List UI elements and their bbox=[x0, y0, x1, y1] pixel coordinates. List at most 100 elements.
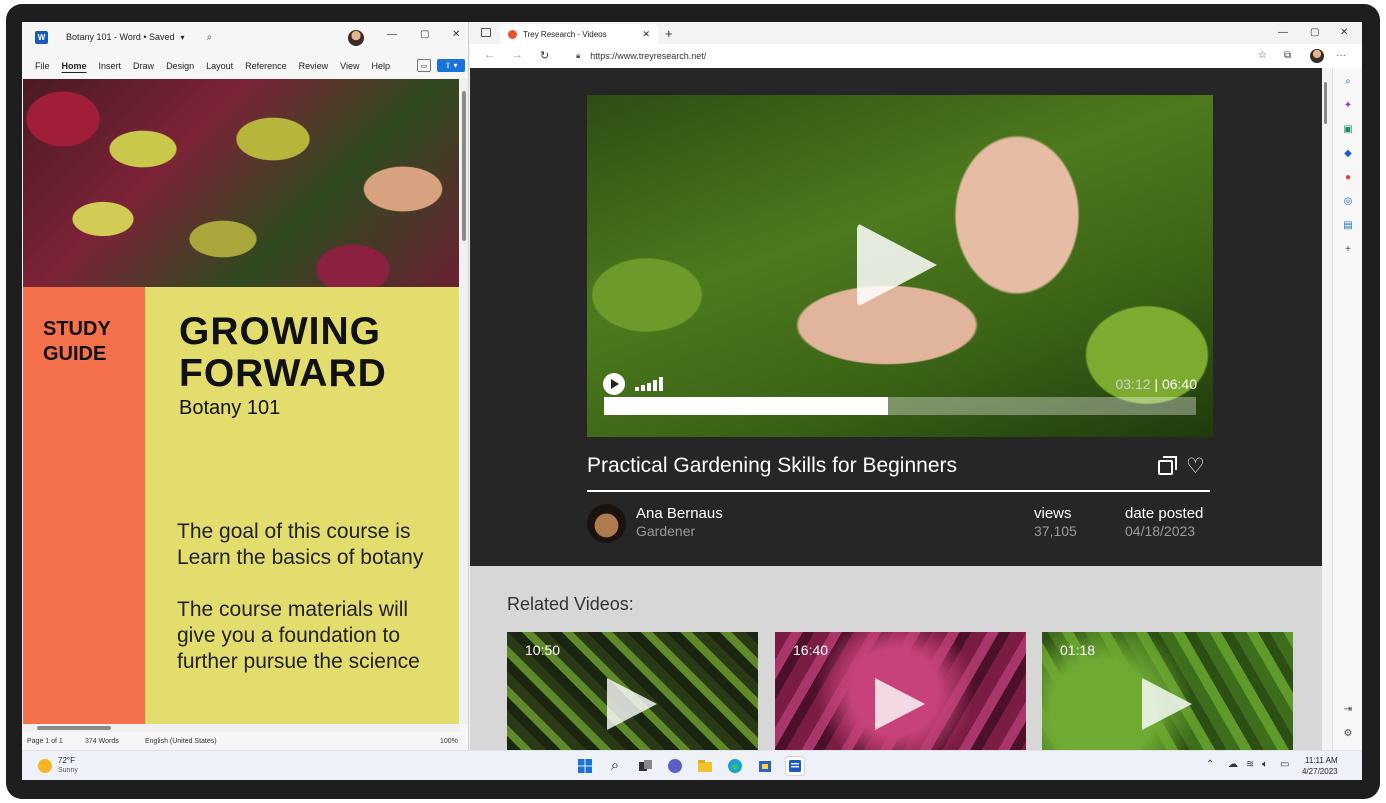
more-menu-icon[interactable]: ··· bbox=[1336, 50, 1346, 61]
collections-icon[interactable]: ⧉ bbox=[1284, 50, 1291, 61]
outlook-icon[interactable]: ▤ bbox=[1342, 220, 1354, 232]
page-scrollbar[interactable] bbox=[1322, 68, 1329, 750]
search-icon[interactable]: ⌕ bbox=[606, 757, 624, 775]
chat-icon[interactable] bbox=[666, 757, 684, 775]
settings-gear-icon[interactable]: ⚙ bbox=[1342, 728, 1354, 740]
search-icon[interactable]: ⌕ bbox=[1342, 76, 1354, 88]
chevron-up-icon[interactable]: ⌃ bbox=[1206, 759, 1214, 770]
cloud-icon[interactable]: ☁ bbox=[1228, 759, 1238, 770]
new-tab-icon[interactable]: + bbox=[665, 26, 673, 41]
title-divider bbox=[587, 490, 1210, 492]
close-icon[interactable]: ✕ bbox=[1340, 27, 1348, 38]
tools-icon[interactable]: ▣ bbox=[1342, 124, 1354, 136]
related-video-card[interactable]: 10:50 bbox=[507, 632, 758, 750]
author-name[interactable]: Ana Bernaus bbox=[636, 505, 723, 522]
add-icon[interactable]: + bbox=[1342, 244, 1354, 256]
share-button[interactable]: ⇪ ▾ bbox=[437, 59, 465, 72]
games-icon[interactable]: ● bbox=[1342, 172, 1354, 184]
menu-design[interactable]: Design bbox=[166, 61, 194, 71]
video-time: 03:12 | 06:40 bbox=[1115, 376, 1197, 392]
menu-insert[interactable]: Insert bbox=[99, 61, 122, 71]
weather-temperature[interactable]: 72°F bbox=[58, 756, 75, 765]
shopping-tag-icon[interactable]: ◆ bbox=[1342, 148, 1354, 160]
maximize-icon[interactable]: ▢ bbox=[420, 29, 429, 40]
scrollbar-thumb[interactable] bbox=[37, 726, 111, 730]
current-time: 03:12 bbox=[1115, 376, 1151, 392]
hide-sidebar-icon[interactable]: ⇥ bbox=[1342, 704, 1354, 716]
url-input[interactable]: 🔒︎ https://www.treyresearch.net/ bbox=[566, 47, 1256, 65]
menu-review[interactable]: Review bbox=[299, 61, 329, 71]
language-indicator[interactable]: English (United States) bbox=[145, 738, 217, 745]
document-subtitle: Botany 101 bbox=[179, 397, 281, 419]
menu-file[interactable]: File bbox=[35, 61, 50, 71]
word-window: W Botany 101 - Word • Saved ▾ ⌕ — ▢ ✕ Fi… bbox=[22, 22, 469, 750]
wifi-icon[interactable]: ≋ bbox=[1246, 759, 1254, 770]
comment-button[interactable]: ▭ bbox=[417, 59, 431, 72]
user-avatar[interactable] bbox=[348, 30, 364, 46]
tab-title: Trey Research - Videos bbox=[523, 29, 607, 39]
tab-trey-research[interactable]: Trey Research - Videos ✕ bbox=[500, 24, 658, 44]
volume-icon[interactable]: 🔈︎ bbox=[1262, 759, 1268, 770]
duration: 06:40 bbox=[1161, 376, 1197, 392]
clock-date[interactable]: 4/27/2023 bbox=[1302, 767, 1338, 776]
minimize-icon[interactable]: — bbox=[1278, 27, 1288, 38]
document-paragraph-1: The goal of this course is Learn the bas… bbox=[177, 520, 424, 569]
play-overlay-icon[interactable] bbox=[857, 223, 937, 307]
video-player[interactable]: 03:12 | 06:40 bbox=[587, 95, 1213, 437]
related-video-duration: 10:50 bbox=[525, 642, 561, 658]
related-video-card[interactable]: 01:18 bbox=[1042, 632, 1293, 750]
menu-home[interactable]: Home bbox=[62, 61, 87, 71]
minimize-icon[interactable]: — bbox=[387, 29, 397, 40]
site-favicon-icon bbox=[508, 29, 517, 39]
word-document-title[interactable]: Botany 101 - Word • Saved bbox=[66, 32, 175, 42]
copilot-sparkle-icon[interactable]: ✦ bbox=[1342, 100, 1354, 112]
title-dropdown-icon[interactable]: ▾ bbox=[181, 33, 185, 42]
weather-condition[interactable]: Sunny bbox=[58, 767, 78, 774]
edge-browser-icon[interactable] bbox=[726, 757, 744, 775]
document-canvas[interactable]: STUDY GUIDE GROWING FORWARD Botany 101 T… bbox=[23, 79, 459, 724]
vertical-scrollbar[interactable] bbox=[460, 79, 468, 724]
search-icon[interactable]: ⌕ bbox=[207, 32, 213, 43]
heart-icon[interactable]: ♡ bbox=[1186, 454, 1205, 479]
lock-icon: 🔒︎ bbox=[576, 51, 581, 60]
volume-icon[interactable] bbox=[635, 377, 667, 391]
close-icon[interactable]: ✕ bbox=[452, 29, 460, 40]
start-windows-icon[interactable] bbox=[576, 757, 594, 775]
clock-time[interactable]: 11:11 AM bbox=[1305, 756, 1338, 765]
back-icon[interactable]: ← bbox=[484, 49, 495, 61]
scrollbar-thumb[interactable] bbox=[462, 91, 466, 241]
favorite-star-icon[interactable]: ☆ bbox=[1258, 50, 1267, 61]
author-avatar[interactable] bbox=[587, 504, 626, 543]
menu-reference[interactable]: Reference bbox=[245, 61, 287, 71]
zoom-level[interactable]: 100% bbox=[440, 738, 458, 745]
scrollbar-thumb[interactable] bbox=[1324, 82, 1327, 124]
menu-layout[interactable]: Layout bbox=[206, 61, 233, 71]
word-taskbar-icon[interactable] bbox=[786, 757, 804, 775]
battery-icon[interactable]: ▭ bbox=[1280, 759, 1289, 770]
related-videos-title: Related Videos: bbox=[507, 594, 634, 614]
related-video-card[interactable]: 16:40 bbox=[775, 632, 1026, 750]
menu-draw[interactable]: Draw bbox=[133, 61, 154, 71]
tab-actions-icon[interactable] bbox=[481, 28, 491, 37]
profile-avatar[interactable] bbox=[1310, 49, 1324, 63]
menu-help[interactable]: Help bbox=[372, 61, 391, 71]
word-count[interactable]: 374 Words bbox=[85, 738, 119, 745]
menu-view[interactable]: View bbox=[340, 61, 359, 71]
tab-close-icon[interactable]: ✕ bbox=[642, 29, 650, 40]
forward-icon[interactable]: → bbox=[512, 49, 523, 61]
horizontal-scrollbar[interactable] bbox=[23, 724, 460, 732]
play-button[interactable] bbox=[603, 373, 625, 395]
maximize-icon[interactable]: ▢ bbox=[1310, 27, 1319, 38]
task-view-icon[interactable] bbox=[636, 757, 654, 775]
office-icon[interactable]: ◎ bbox=[1342, 196, 1354, 208]
refresh-icon[interactable]: ↻ bbox=[540, 49, 549, 62]
word-title-bar: W Botany 101 - Word • Saved ▾ ⌕ — ▢ ✕ bbox=[22, 22, 469, 52]
comment-icon: ▭ bbox=[420, 62, 428, 70]
store-icon[interactable] bbox=[756, 757, 774, 775]
copy-icon[interactable] bbox=[1158, 456, 1177, 475]
related-video-duration: 01:18 bbox=[1060, 642, 1096, 658]
video-progress-bar[interactable] bbox=[604, 397, 1196, 415]
sun-icon[interactable] bbox=[38, 759, 52, 773]
date-posted-label: date posted bbox=[1125, 505, 1204, 522]
file-explorer-icon[interactable] bbox=[696, 757, 714, 775]
